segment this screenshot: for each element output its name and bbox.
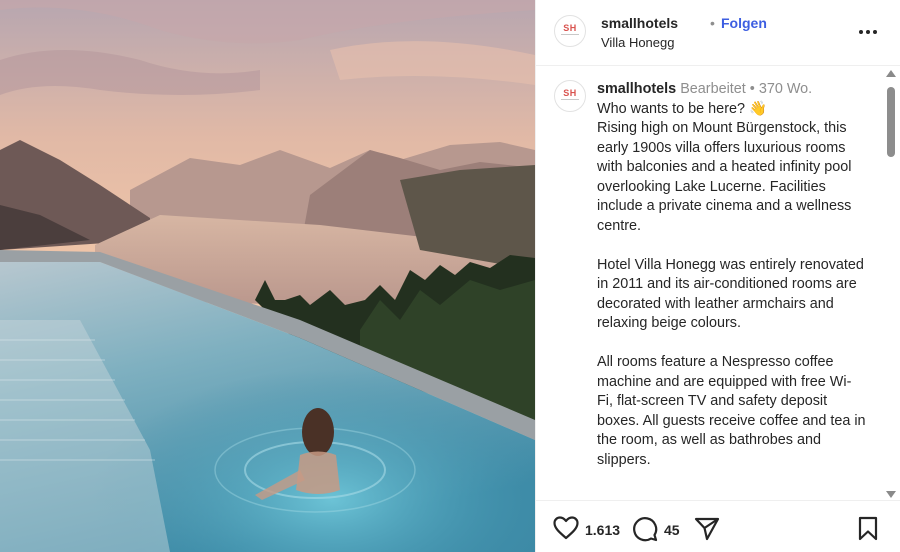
caption-scrollbar[interactable] [885,70,897,498]
post-photo[interactable] [0,0,535,552]
post-header: SH smallhotels • Folgen Villa Honegg [536,0,900,66]
avatar-tagline-line [555,34,585,36]
caption: smallhotels Bearbeitet • 370 Wo. Who wan… [597,80,867,470]
caption-username[interactable]: smallhotels [597,81,676,97]
infinity-pool-photo [0,0,535,552]
share-icon[interactable] [694,516,720,542]
caption-avatar-tagline-line [555,99,585,101]
avatar-initials: SH [563,23,577,33]
bookmark-icon[interactable] [857,516,879,542]
caption-paragraph-1: Rising high on Mount Bürgenstock, this e… [597,120,852,234]
caption-header: smallhotels Bearbeitet • 370 Wo. [597,80,867,100]
follow-button[interactable]: Folgen [721,15,767,31]
header-separator: • [710,15,715,31]
caption-avatar[interactable]: SH [554,80,586,112]
caption-timestamp[interactable]: 370 Wo. [759,81,812,97]
post-actions-bar: 1.613 45 [536,500,900,552]
caption-paragraph-2: Hotel Villa Honegg was entirely renovate… [597,256,864,332]
like-count[interactable]: 1.613 [585,522,620,538]
comment-icon[interactable] [632,516,658,542]
more-options-icon[interactable] [856,22,880,42]
scroll-down-arrow-icon[interactable] [886,491,896,498]
caption-edited-label: Bearbeitet [680,81,746,97]
comment-count[interactable]: 45 [664,522,680,538]
scroll-up-arrow-icon[interactable] [886,70,896,77]
caption-area[interactable]: SH smallhotels Bearbeitet • 370 Wo. Who … [536,66,900,500]
heart-icon[interactable] [553,516,579,540]
profile-avatar[interactable]: SH [554,15,586,47]
caption-paragraph-3: All rooms feature a Nespresso coffee mac… [597,354,866,468]
caption-line-1: Who wants to be here? 👋 [597,100,767,117]
post-location[interactable]: Villa Honegg [601,35,674,50]
post-side-panel: SH smallhotels • Folgen Villa Honegg SH … [535,0,900,552]
caption-separator: • [749,81,755,97]
caption-avatar-initials: SH [563,88,577,98]
scrollbar-thumb[interactable] [887,87,895,157]
post-username[interactable]: smallhotels [601,15,678,31]
